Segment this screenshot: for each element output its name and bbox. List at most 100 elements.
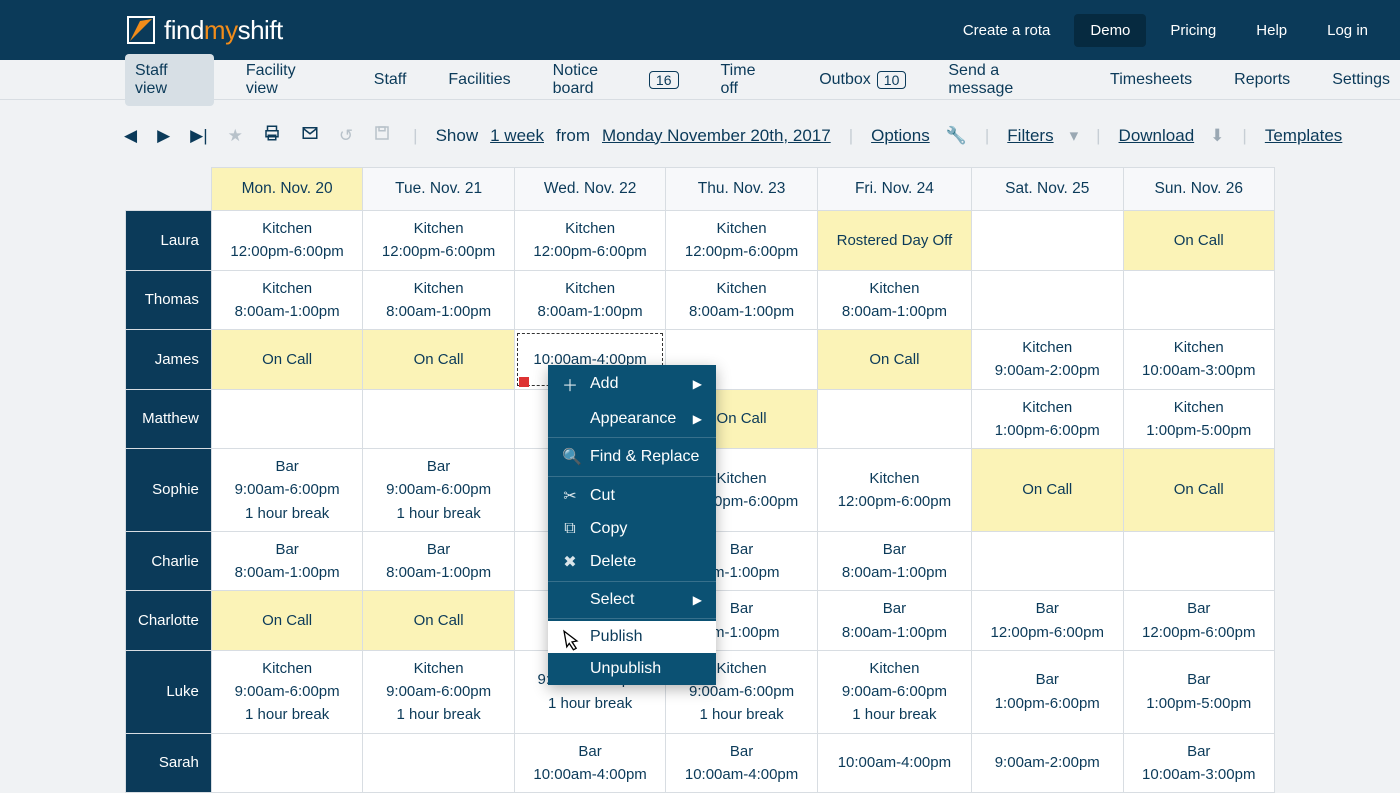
tab-staff[interactable]: Staff <box>364 63 417 97</box>
shift-cell[interactable]: Kitchen8:00am-1:00pm <box>817 270 971 330</box>
nav-help[interactable]: Help <box>1240 14 1303 47</box>
shift-cell[interactable]: On Call <box>817 330 971 390</box>
shift-cell[interactable]: Kitchen8:00am-1:00pm <box>211 270 362 330</box>
shift-cell[interactable]: Bar9:00am-6:00pm1 hour break <box>211 449 362 532</box>
tab-staff-view[interactable]: Staff view <box>125 54 214 106</box>
shift-cell[interactable]: Bar8:00am-1:00pm <box>817 591 971 651</box>
day-header[interactable]: Wed. Nov. 22 <box>514 168 665 211</box>
shift-cell[interactable]: Bar1:00pm-6:00pm <box>972 650 1123 733</box>
shift-cell[interactable]: Bar8:00am-1:00pm <box>363 531 514 591</box>
filters-link[interactable]: Filters <box>1007 126 1053 146</box>
shift-cell[interactable]: On Call <box>363 330 514 390</box>
shift-cell[interactable] <box>211 389 362 449</box>
staff-name[interactable]: Thomas <box>126 270 212 330</box>
day-header[interactable]: Mon. Nov. 20 <box>211 168 362 211</box>
staff-name[interactable]: Matthew <box>126 389 212 449</box>
shift-cell[interactable] <box>211 733 362 793</box>
shift-cell[interactable]: Bar10:00am-4:00pm <box>514 733 665 793</box>
shift-cell[interactable] <box>1123 531 1275 591</box>
ctx-copy[interactable]: ⧉Copy <box>548 513 716 545</box>
shift-cell[interactable]: 10:00am-4:00pm <box>817 733 971 793</box>
undo-icon[interactable]: ↺ <box>335 122 357 150</box>
tab-facility-view[interactable]: Facility view <box>236 54 342 106</box>
shift-cell[interactable]: Kitchen10:00am-3:00pm <box>1123 330 1275 390</box>
shift-cell[interactable]: Bar9:00am-6:00pm1 hour break <box>363 449 514 532</box>
tab-settings[interactable]: Settings <box>1322 63 1400 97</box>
download-link[interactable]: Download <box>1119 126 1195 146</box>
tab-timesheets[interactable]: Timesheets <box>1100 63 1202 97</box>
shift-cell[interactable]: On Call <box>211 330 362 390</box>
shift-cell[interactable] <box>363 389 514 449</box>
shift-cell[interactable]: Kitchen12:00pm-6:00pm <box>363 211 514 271</box>
shift-cell[interactable]: On Call <box>363 591 514 651</box>
shift-cell[interactable]: Kitchen1:00pm-6:00pm <box>972 389 1123 449</box>
shift-cell[interactable]: Kitchen8:00am-1:00pm <box>363 270 514 330</box>
staff-name[interactable]: Sarah <box>126 733 212 793</box>
prev-icon[interactable]: ◀ <box>120 122 141 150</box>
shift-cell[interactable] <box>817 389 971 449</box>
tab-notice-board[interactable]: Notice board 16 <box>543 54 689 106</box>
shift-cell[interactable]: Kitchen1:00pm-5:00pm <box>1123 389 1275 449</box>
shift-cell[interactable]: 9:00am-2:00pm <box>972 733 1123 793</box>
nav-create-rota[interactable]: Create a rota <box>947 14 1067 47</box>
shift-cell[interactable]: Kitchen9:00am-2:00pm <box>972 330 1123 390</box>
day-header[interactable]: Sat. Nov. 25 <box>972 168 1123 211</box>
ctx-delete[interactable]: ✖Delete <box>548 545 716 579</box>
staff-name[interactable]: Luke <box>126 650 212 733</box>
ctx-cut[interactable]: ✂Cut <box>548 479 716 513</box>
shift-cell[interactable]: Kitchen9:00am-6:00pm1 hour break <box>211 650 362 733</box>
templates-link[interactable]: Templates <box>1265 126 1342 146</box>
staff-name[interactable]: Sophie <box>126 449 212 532</box>
shift-cell[interactable]: On Call <box>211 591 362 651</box>
shift-cell[interactable]: On Call <box>1123 211 1275 271</box>
shift-cell[interactable]: Rostered Day Off <box>817 211 971 271</box>
nav-login[interactable]: Log in <box>1311 14 1384 47</box>
tab-time-off[interactable]: Time off <box>711 54 788 106</box>
shift-cell[interactable]: Kitchen9:00am-6:00pm1 hour break <box>363 650 514 733</box>
next-icon[interactable]: ▶ <box>153 122 174 150</box>
ctx-add[interactable]: ＋Add▶ <box>548 365 716 403</box>
shift-cell[interactable]: Bar8:00am-1:00pm <box>817 531 971 591</box>
tab-facilities[interactable]: Facilities <box>438 63 520 97</box>
shift-cell[interactable]: On Call <box>1123 449 1275 532</box>
shift-cell[interactable]: Bar12:00pm-6:00pm <box>1123 591 1275 651</box>
staff-name[interactable]: Charlotte <box>126 591 212 651</box>
day-header[interactable]: Fri. Nov. 24 <box>817 168 971 211</box>
shift-cell[interactable]: Kitchen8:00am-1:00pm <box>666 270 817 330</box>
print-icon[interactable] <box>259 120 285 151</box>
staff-name[interactable]: James <box>126 330 212 390</box>
shift-cell[interactable]: Bar8:00am-1:00pm <box>211 531 362 591</box>
shift-cell[interactable]: Kitchen12:00pm-6:00pm <box>817 449 971 532</box>
date-select[interactable]: Monday November 20th, 2017 <box>602 126 831 146</box>
shift-cell[interactable]: Kitchen9:00am-6:00pm1 hour break <box>817 650 971 733</box>
shift-cell[interactable]: Kitchen12:00pm-6:00pm <box>211 211 362 271</box>
ctx-publish[interactable]: Publish <box>548 621 716 653</box>
last-icon[interactable]: ▶| <box>186 122 212 150</box>
staff-name[interactable]: Laura <box>126 211 212 271</box>
ctx-find-replace[interactable]: 🔍Find & Replace <box>548 440 716 474</box>
shift-cell[interactable] <box>363 733 514 793</box>
shift-cell[interactable] <box>972 211 1123 271</box>
ctx-select[interactable]: Select▶ <box>548 584 716 616</box>
day-header[interactable]: Sun. Nov. 26 <box>1123 168 1275 211</box>
shift-cell[interactable]: Kitchen8:00am-1:00pm <box>514 270 665 330</box>
shift-cell[interactable]: Bar1:00pm-5:00pm <box>1123 650 1275 733</box>
shift-cell[interactable]: Bar12:00pm-6:00pm <box>972 591 1123 651</box>
shift-cell[interactable] <box>1123 270 1275 330</box>
nav-demo[interactable]: Demo <box>1074 14 1146 47</box>
tab-outbox[interactable]: Outbox 10 <box>809 63 916 97</box>
ctx-unpublish[interactable]: Unpublish <box>548 653 716 685</box>
shift-cell[interactable] <box>972 270 1123 330</box>
options-link[interactable]: Options <box>871 126 930 146</box>
tab-reports[interactable]: Reports <box>1224 63 1300 97</box>
day-header[interactable]: Thu. Nov. 23 <box>666 168 817 211</box>
shift-cell[interactable]: Bar10:00am-3:00pm <box>1123 733 1275 793</box>
ctx-appearance[interactable]: Appearance▶ <box>548 403 716 435</box>
shift-cell[interactable]: Kitchen12:00pm-6:00pm <box>514 211 665 271</box>
save-icon[interactable] <box>369 120 395 151</box>
shift-cell[interactable] <box>972 531 1123 591</box>
star-icon[interactable]: ★ <box>224 122 247 150</box>
staff-name[interactable]: Charlie <box>126 531 212 591</box>
tab-send-message[interactable]: Send a message <box>938 54 1078 106</box>
range-select[interactable]: 1 week <box>490 126 544 146</box>
